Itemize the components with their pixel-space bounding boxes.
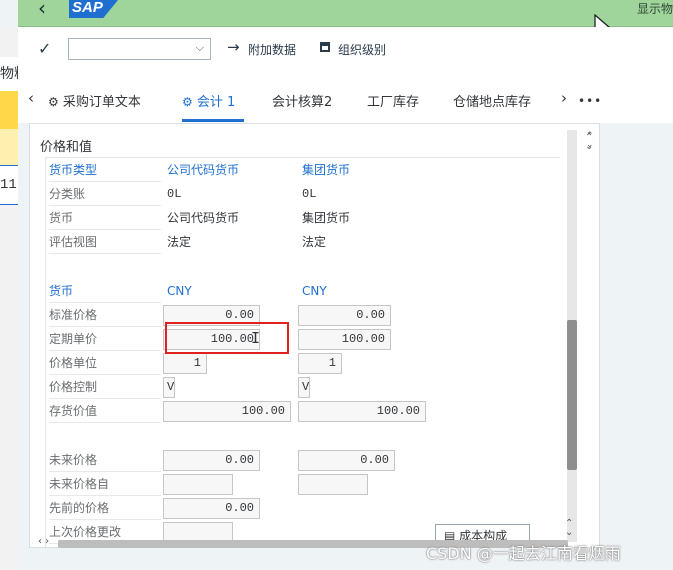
currency-code-2: CNY <box>302 284 327 298</box>
price-unit-field-2[interactable]: 1 <box>298 353 342 374</box>
price-unit-field-1[interactable]: 1 <box>163 353 207 374</box>
org-levels-icon[interactable] <box>320 42 330 52</box>
tab-scroll-right-icon[interactable]: › <box>561 89 567 107</box>
price-grid: 货币类型 公司代码货币 集团货币 分类账 0L 0L 货币 公司代码货币 集团货… <box>45 157 560 547</box>
tab-storage-location-stock[interactable]: 仓储地点库存 <box>453 91 531 110</box>
company-code-currency-header: 公司代码货币 <box>167 163 240 177</box>
currency-code-label: 货币 <box>49 279 161 303</box>
check-icon[interactable]: ✓ <box>38 39 51 58</box>
currency-value-2: 集团货币 <box>302 211 351 225</box>
command-dropdown[interactable]: ⌵ <box>68 38 211 60</box>
tab-bar: ‹ ⚙ 采购订单文本 ⚙ 会计 1 会计核算2 工厂库存 仓储地点库存 › ••… <box>18 75 673 123</box>
ledger-value-1: 0L <box>167 187 182 201</box>
currency-code-1: CNY <box>167 284 192 298</box>
tab-plant-stock[interactable]: 工厂库存 <box>367 91 419 110</box>
price-unit-label: 价格单位 <box>49 351 161 375</box>
tab-costing-2[interactable]: 会计核算2 <box>272 91 332 110</box>
tab-purchase-order-text[interactable]: ⚙ 采购订单文本 <box>48 91 141 110</box>
periodic-price-label: 定期单价 <box>49 327 161 351</box>
scroll-up-down-icon[interactable]: ⌃ ⌄ <box>565 519 573 538</box>
tab-scroll-left-icon[interactable]: ‹ <box>28 89 34 107</box>
stock-value-field-2[interactable]: 100.00 <box>298 401 426 422</box>
currency-value-1: 公司代码货币 <box>167 211 240 225</box>
future-price-label: 未来价格 <box>49 448 161 472</box>
toolbar: ✓ ⌵ → 附加数据 组织级别 <box>18 27 673 75</box>
price-control-field-2[interactable]: V <box>298 377 310 398</box>
background-cell-selected: 11 <box>0 165 18 205</box>
standard-price-label: 标准价格 <box>49 303 161 327</box>
page-title: 显示物 <box>636 2 673 16</box>
active-tab-indicator <box>182 119 244 122</box>
org-levels-button[interactable]: 组织级别 <box>338 41 386 58</box>
chevron-down-icon: ⌵ <box>195 41 204 54</box>
valuation-view-value-1: 法定 <box>167 235 192 249</box>
arrow-right-icon[interactable]: → <box>227 38 240 56</box>
stock-value-field-1[interactable]: 100.00 <box>163 401 291 422</box>
price-control-field-1[interactable]: V <box>163 377 175 398</box>
future-price-from-field-2[interactable] <box>298 474 368 495</box>
text-cursor-icon: I <box>251 329 261 347</box>
background-window-strip: 物料 11 <box>0 27 18 570</box>
periodic-price-field-2[interactable]: 100.00 <box>298 329 391 350</box>
valuation-view-label: 评估视图 <box>49 230 161 254</box>
ledger-label: 分类账 <box>49 182 161 206</box>
background-cell-light <box>0 129 18 165</box>
add-data-button[interactable]: 附加数据 <box>248 41 296 58</box>
standard-price-field-2[interactable]: 0.00 <box>298 305 391 326</box>
price-control-label: 价格控制 <box>49 375 161 399</box>
scroll-up-down-icon[interactable]: ⌃ ⌄ <box>585 133 593 152</box>
future-price-field-1[interactable]: 0.00 <box>163 450 260 471</box>
back-icon[interactable]: ‹ <box>38 0 46 20</box>
app-header: ‹ SAP 显示物 <box>18 0 673 27</box>
future-price-from-label: 未来价格自 <box>49 472 161 496</box>
view-icon: ⚙ <box>48 95 59 109</box>
vertical-scrollbar-thumb[interactable] <box>567 320 577 470</box>
watermark: CSDN @一起去江南看烟雨 <box>426 544 621 563</box>
tab-label: 会计 1 <box>196 95 236 110</box>
future-price-from-field-1[interactable] <box>163 474 233 495</box>
tab-accounting-1[interactable]: ⚙ 会计 1 <box>182 91 235 110</box>
background-cell: 物料 <box>0 57 18 91</box>
valuation-view-value-2: 法定 <box>302 235 327 249</box>
future-price-field-2[interactable]: 0.00 <box>298 450 395 471</box>
ledger-value-2: 0L <box>302 187 317 201</box>
prices-and-values-panel: 价格和值 ⌃ ⌄ 货币类型 公司代码货币 集团货币 分类账 0L 0L 货币 公司… <box>29 123 600 548</box>
previous-price-label: 先前的价格 <box>49 496 161 520</box>
currency-type-label: 货币类型 <box>49 158 161 182</box>
group-currency-header: 集团货币 <box>302 163 351 177</box>
stock-value-label: 存货价值 <box>49 399 161 423</box>
background-cell-highlight <box>0 91 18 129</box>
scroll-left-right-icon[interactable]: ‹ › <box>38 536 49 547</box>
more-tabs-icon[interactable]: ••• <box>578 94 602 108</box>
tab-label: 采购订单文本 <box>62 95 141 110</box>
section-title: 价格和值 <box>40 140 93 155</box>
periodic-price-highlight <box>165 322 289 354</box>
sap-logo: SAP <box>69 0 118 18</box>
currency-label: 货币 <box>49 206 161 230</box>
view-icon: ⚙ <box>182 95 193 109</box>
vertical-scrollbar[interactable] <box>567 130 577 542</box>
previous-price-field-1[interactable]: 0.00 <box>163 498 260 519</box>
